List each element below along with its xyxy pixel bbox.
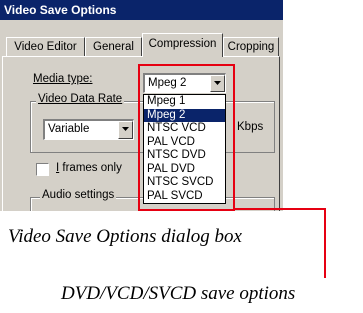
i-frames-only-label: I frames only	[56, 162, 122, 174]
media-type-label: Media type:	[33, 73, 93, 85]
option-ntsc-vcd[interactable]: NTSC VCD	[144, 122, 225, 136]
audio-settings-legend: Audio settings	[40, 189, 117, 201]
tab-cropping[interactable]: Cropping	[223, 37, 279, 56]
dialog-caption: Video Save Options dialog box	[8, 226, 242, 247]
option-ntsc-dvd[interactable]: NTSC DVD	[144, 149, 225, 163]
tab-compression[interactable]: Compression	[142, 33, 223, 57]
dialog-title: Video Save Options	[0, 0, 283, 20]
media-type-dropdown[interactable]: Mpeg 2	[143, 73, 226, 93]
chevron-down-icon[interactable]	[210, 75, 225, 92]
tab-general[interactable]: General	[85, 37, 142, 56]
option-pal-vcd[interactable]: PAL VCD	[144, 136, 225, 150]
option-ntsc-svcd[interactable]: NTSC SVCD	[144, 176, 225, 190]
chevron-down-icon[interactable]	[118, 121, 133, 139]
callout-caption: DVD/VCD/SVCD save options	[61, 283, 296, 304]
option-mpeg-1[interactable]: Mpeg 1	[144, 95, 225, 109]
i-frames-only-checkbox[interactable]	[36, 163, 49, 176]
option-pal-dvd[interactable]: PAL DVD	[144, 163, 225, 177]
option-pal-svcd[interactable]: PAL SVCD	[144, 190, 225, 204]
tab-video-editor[interactable]: Video Editor	[6, 37, 85, 56]
data-rate-mode-value: Variable	[48, 123, 90, 135]
option-mpeg-2[interactable]: Mpeg 2	[144, 108, 225, 122]
callout-line-vertical	[324, 208, 326, 278]
callout-line-horizontal	[235, 208, 326, 210]
data-rate-mode-dropdown[interactable]: Variable	[43, 119, 134, 140]
kbps-label: Kbps	[237, 121, 264, 133]
media-type-value: Mpeg 2	[148, 77, 187, 89]
media-type-options-list[interactable]: Mpeg 1 Mpeg 2 NTSC VCD PAL VCD NTSC DVD …	[143, 94, 226, 204]
video-data-rate-legend: Video Data Rate	[36, 93, 125, 105]
video-save-options-dialog: Video Save Options Video Editor General …	[0, 0, 283, 211]
